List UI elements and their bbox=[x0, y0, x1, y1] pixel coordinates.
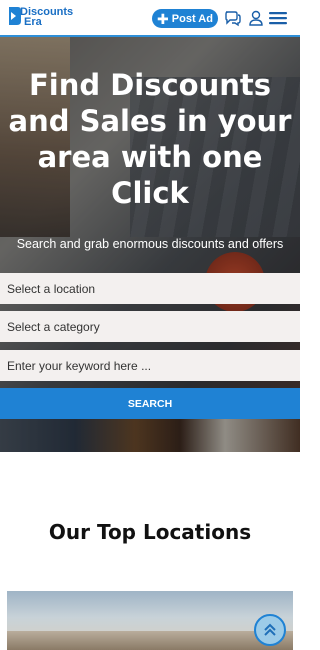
keyword-input[interactable] bbox=[0, 350, 300, 381]
plus-icon: ✚ bbox=[157, 10, 169, 27]
site-logo[interactable]: Discounts Era bbox=[8, 5, 73, 33]
logo-text-line2: Era bbox=[24, 16, 42, 28]
location-card[interactable] bbox=[7, 591, 293, 650]
scroll-to-top-button[interactable] bbox=[254, 614, 286, 646]
chat-icon[interactable] bbox=[224, 9, 242, 27]
hero-title: Find Discounts and Sales in your area wi… bbox=[8, 68, 292, 210]
category-select[interactable]: Select a category bbox=[0, 311, 300, 342]
menu-icon[interactable] bbox=[268, 9, 288, 27]
category-select-value: Select a category bbox=[7, 319, 100, 334]
location-select[interactable]: Select a location bbox=[0, 273, 300, 304]
hero-subtitle: Search and grab enormous discounts and o… bbox=[16, 237, 284, 251]
post-ad-label: Post Ad bbox=[171, 12, 213, 25]
hero-banner: Find Discounts and Sales in your area wi… bbox=[0, 37, 300, 452]
top-header: Discounts Era ✚ Post Ad bbox=[0, 0, 300, 37]
double-chevron-up-icon bbox=[264, 623, 276, 636]
user-icon[interactable] bbox=[247, 9, 265, 27]
top-locations-title: Our Top Locations bbox=[48, 520, 252, 544]
post-ad-button[interactable]: ✚ Post Ad bbox=[152, 9, 218, 28]
location-select-value: Select a location bbox=[7, 281, 96, 296]
search-button[interactable]: SEARCH bbox=[0, 388, 300, 419]
